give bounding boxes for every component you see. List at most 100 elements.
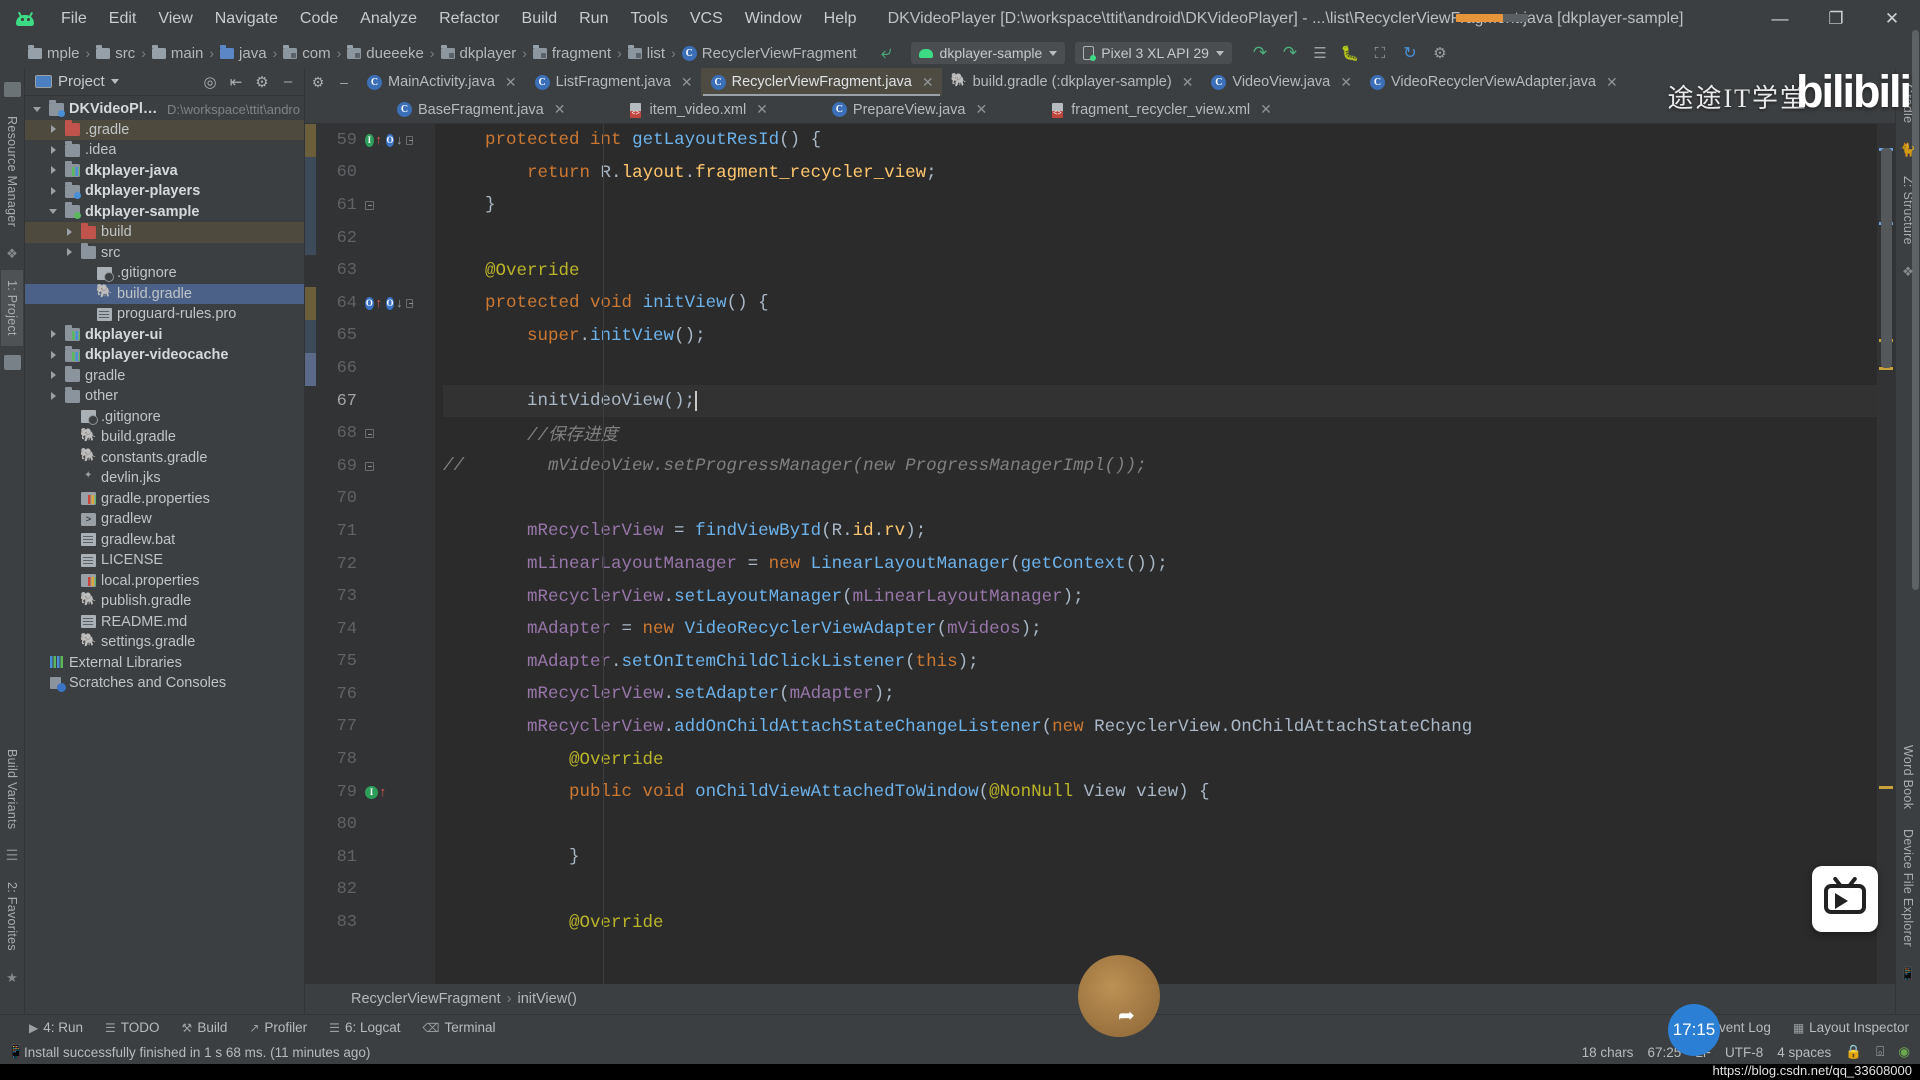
tree-node-constants.gradle[interactable]: constants.gradle <box>25 447 304 469</box>
gutter-row[interactable]: 69 <box>305 450 435 483</box>
gutter-icons[interactable] <box>361 200 413 210</box>
tabs-hide-icon[interactable]: – <box>331 68 357 96</box>
favorites-icon[interactable]: ★ <box>4 970 21 985</box>
gutter-icons[interactable]: O ↑ O ↓ <box>361 296 413 311</box>
fold-marker-icon[interactable] <box>406 135 413 145</box>
menu-item-edit[interactable]: Edit <box>98 7 148 31</box>
menu-item-tools[interactable]: Tools <box>619 7 678 31</box>
editor-right-markers[interactable] <box>1877 124 1895 984</box>
tree-node-other[interactable]: other <box>25 386 304 407</box>
chevron-down-icon[interactable] <box>33 104 44 115</box>
gutter-row[interactable]: 63 <box>305 254 435 287</box>
close-icon[interactable]: ✕ <box>756 101 768 118</box>
status-indent[interactable]: 4 spaces <box>1777 1045 1831 1060</box>
tool-button-profiler[interactable]: ↗ Profiler <box>238 1016 318 1040</box>
gutter-icons[interactable] <box>361 461 413 471</box>
lock-icon[interactable]: 🔒 <box>1845 1044 1862 1060</box>
menu-item-build[interactable]: Build <box>511 7 569 31</box>
tree-node-src[interactable]: src <box>25 243 304 264</box>
override-marker-icon[interactable]: I <box>365 133 374 147</box>
menu-item-run[interactable]: Run <box>568 7 619 31</box>
menu-bar[interactable]: File Edit View Navigate Code Analyze Refactor B… <box>50 7 868 31</box>
menu-item-file[interactable]: File <box>50 7 98 31</box>
gutter-icons[interactable]: I ↑ <box>361 785 413 800</box>
menu-item-refactor[interactable]: Refactor <box>428 7 510 31</box>
tree-node-dkvideoplayer[interactable]: DKVideoPlayer D:\workspace\ttit\andro <box>25 99 304 120</box>
editor-tab-item_video.xml[interactable]: item_video.xml ✕ <box>595 96 797 123</box>
close-icon[interactable]: ✕ <box>1340 74 1352 91</box>
breadcrumb-item-fragment[interactable]: fragment <box>530 45 614 62</box>
fold-marker-icon[interactable] <box>406 298 413 308</box>
chevron-right-icon[interactable] <box>49 145 60 156</box>
tree-node-license[interactable]: LICENSE <box>25 550 304 571</box>
code-line[interactable]: @Override <box>443 906 1895 939</box>
tree-node-gradlew.bat[interactable]: gradlew.bat <box>25 530 304 551</box>
tree-node-gradlew[interactable]: > gradlew <box>25 509 304 530</box>
gutter-row[interactable]: 60 <box>305 157 435 190</box>
menu-item-view[interactable]: View <box>147 7 203 31</box>
close-icon[interactable]: ✕ <box>922 74 934 91</box>
gutter-row[interactable]: 83 <box>305 906 435 939</box>
back-arrow-icon[interactable]: ⤷ <box>874 41 900 65</box>
implements-up-icon[interactable]: ↑ <box>375 133 383 148</box>
run-icon[interactable]: ↷ <box>1247 41 1273 65</box>
gutter-row[interactable]: 61 <box>305 189 435 222</box>
chevron-right-icon[interactable] <box>49 186 60 197</box>
code-line[interactable]: mRecyclerView. setLayoutManager(mLinearLa… <box>443 580 1895 613</box>
editor-tab-videorecyclerviewadapter.java[interactable]: C VideoRecyclerViewAdapter.java ✕ <box>1360 68 1626 96</box>
menu-item-help[interactable]: Help <box>813 7 868 31</box>
tree-node-dkplayer-sample[interactable]: dkplayer-sample <box>25 202 304 223</box>
rail-tab-word-book[interactable]: Word Book <box>1897 735 1919 819</box>
chevron-right-icon[interactable] <box>49 165 60 176</box>
close-icon[interactable]: ✕ <box>1182 74 1194 91</box>
code-line[interactable]: // mVideoView.setProgressManager(new Pro… <box>443 450 1895 483</box>
breadcrumb-class[interactable]: RecyclerViewFragment <box>351 991 501 1007</box>
menu-item-analyze[interactable]: Analyze <box>349 7 428 31</box>
code-line[interactable]: mAdapter = new VideoRecyclerViewAdapter(… <box>443 613 1895 646</box>
tree-node-dkplayer-ui[interactable]: dkplayer-ui <box>25 325 304 346</box>
target-icon[interactable]: ◎ <box>200 72 220 92</box>
code-line[interactable]: public void onChildViewAttachedToWindow(… <box>443 776 1895 809</box>
tree-node-build[interactable]: build <box>25 222 304 243</box>
project-folder-icon[interactable] <box>3 354 21 370</box>
code-line[interactable] <box>443 483 1895 516</box>
chevron-right-icon[interactable] <box>49 329 60 340</box>
code-line[interactable]: mAdapter. setOnItemChildClickListener(thi… <box>443 646 1895 679</box>
tree-node-gradle[interactable]: gradle <box>25 366 304 387</box>
hide-panel-icon[interactable]: – <box>278 72 298 92</box>
tree-node-devlin.jks[interactable]: devlin.jks <box>25 468 304 489</box>
fold-marker-icon[interactable] <box>365 461 374 471</box>
tree-node-gradle.properties[interactable]: gradle.properties <box>25 489 304 510</box>
maximize-button[interactable]: ❐ <box>1808 0 1864 38</box>
run-configuration-selector[interactable]: dkplayer-sample <box>910 42 1066 64</box>
breadcrumb-item-com[interactable]: com <box>280 45 333 62</box>
code-line[interactable]: @Override <box>443 743 1895 776</box>
gutter-row[interactable]: 62 <box>305 222 435 255</box>
editor-tab-fragment_recycler_view.xml[interactable]: fragment_recycler_view.xml ✕ <box>1017 96 1302 123</box>
menu-item-navigate[interactable]: Navigate <box>204 7 289 31</box>
gutter-row[interactable]: 75 <box>305 646 435 679</box>
rail-tab-build-variants[interactable]: Build Variants <box>1 739 23 839</box>
gutter-row[interactable]: 80 <box>305 808 435 841</box>
close-icon[interactable]: ✕ <box>1606 74 1618 91</box>
code-line[interactable] <box>443 808 1895 841</box>
code-line[interactable]: mRecyclerView. setAdapter(mAdapter); <box>443 678 1895 711</box>
gutter-icons[interactable]: I ↑ O ↓ <box>361 133 413 148</box>
chevron-down-icon[interactable] <box>110 79 119 84</box>
tool-button-terminal[interactable]: ⌫ Terminal <box>411 1016 506 1040</box>
build-variants-icon[interactable]: ☰ <box>4 847 21 863</box>
tool-button-4--run[interactable]: ▶ 4: Run <box>18 1016 94 1040</box>
code-view[interactable]: 59 I ↑ O ↓ 60 61 62 63 64 O ↑ O ↓ 65 66 67 68 69 70 71 72 73 74… <box>305 124 1895 984</box>
code-line[interactable]: } <box>443 189 1895 222</box>
tool-button-layout-inspector[interactable]: ▦ Layout Inspector <box>1782 1016 1920 1040</box>
minimize-button[interactable]: — <box>1752 0 1808 38</box>
code-line[interactable] <box>443 352 1895 385</box>
code-content[interactable]: protected int getLayoutResId() { return … <box>435 124 1895 984</box>
tree-node-proguard-rules.pro[interactable]: proguard-rules.pro <box>25 304 304 325</box>
editor-tab-build.gradle---dkplayer-sample-[interactable]: build.gradle (:dkplayer-sample) ✕ <box>942 68 1202 96</box>
override-marker-icon[interactable]: O <box>385 296 395 310</box>
gutter-icons[interactable] <box>361 429 413 439</box>
editor-tab-basefragment.java[interactable]: C BaseFragment.java ✕ <box>363 96 595 123</box>
override-marker-icon[interactable]: O <box>385 133 395 147</box>
tree-node-.gradle[interactable]: .gradle <box>25 119 304 140</box>
